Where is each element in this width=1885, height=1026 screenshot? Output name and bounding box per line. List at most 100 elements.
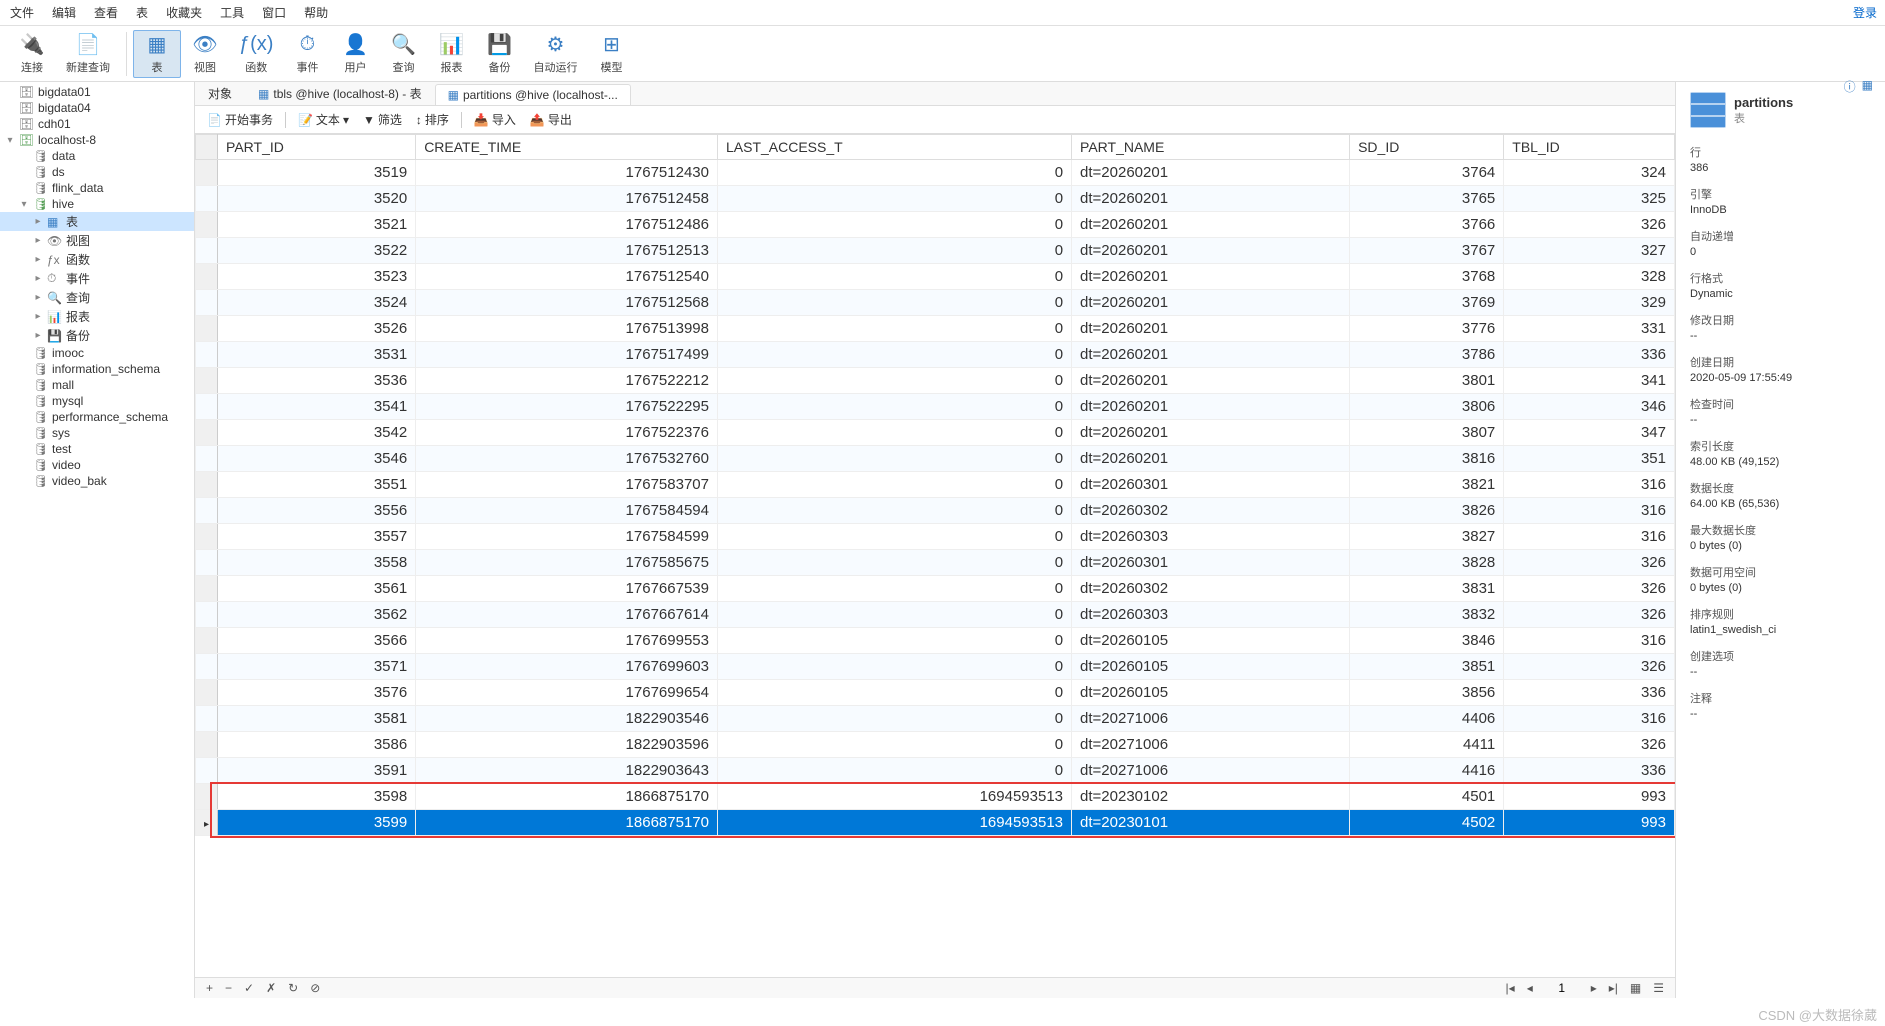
delete-row-button[interactable]: − bbox=[222, 981, 235, 995]
cell[interactable]: 3522 bbox=[218, 238, 416, 264]
cell[interactable]: dt=20260105 bbox=[1072, 680, 1350, 706]
row-header[interactable] bbox=[196, 212, 218, 238]
cell[interactable]: 1767513998 bbox=[416, 316, 718, 342]
cell[interactable]: 3831 bbox=[1350, 576, 1504, 602]
editor-tab[interactable]: ▦partitions @hive (localhost-... bbox=[435, 84, 631, 105]
cell[interactable]: 3826 bbox=[1350, 498, 1504, 524]
cell[interactable]: 3521 bbox=[218, 212, 416, 238]
table-row[interactable]: 356617676995530dt=202601053846316 bbox=[196, 628, 1675, 654]
table-row[interactable]: 352617675139980dt=202602013776331 bbox=[196, 316, 1675, 342]
row-header[interactable] bbox=[196, 264, 218, 290]
tree-item[interactable]: ▸👁视图 bbox=[0, 231, 194, 250]
cell[interactable]: 0 bbox=[717, 212, 1071, 238]
table-row[interactable]: 353117675174990dt=202602013786336 bbox=[196, 342, 1675, 368]
cell[interactable]: 1767512430 bbox=[416, 160, 718, 186]
tree-item[interactable]: ▸💾备份 bbox=[0, 326, 194, 345]
table-row[interactable]: 355617675845940dt=202603023826316 bbox=[196, 498, 1675, 524]
cell[interactable]: 3571 bbox=[218, 654, 416, 680]
cell[interactable]: 3764 bbox=[1350, 160, 1504, 186]
table-row[interactable]: 352117675124860dt=202602013766326 bbox=[196, 212, 1675, 238]
cell[interactable]: 1767699553 bbox=[416, 628, 718, 654]
begin-transaction-button[interactable]: 📄 开始事务 bbox=[201, 109, 279, 130]
cell[interactable]: dt=20260201 bbox=[1072, 238, 1350, 264]
tree-item[interactable]: 🛢mysql bbox=[0, 393, 194, 409]
cell[interactable]: dt=20260201 bbox=[1072, 264, 1350, 290]
toolbar-button[interactable]: 📊报表 bbox=[427, 31, 475, 77]
editor-tab[interactable]: ▦tbls @hive (localhost-8) - 表 bbox=[245, 81, 435, 105]
cell[interactable]: 1767667539 bbox=[416, 576, 718, 602]
tree-item[interactable]: 🛢imooc bbox=[0, 345, 194, 361]
cell[interactable]: 4416 bbox=[1350, 758, 1504, 784]
cell[interactable]: 1767532760 bbox=[416, 446, 718, 472]
toolbar-button[interactable]: 👤用户 bbox=[331, 31, 379, 77]
cell[interactable]: 0 bbox=[717, 472, 1071, 498]
menu-item[interactable]: 窗口 bbox=[262, 4, 286, 21]
row-header[interactable] bbox=[196, 420, 218, 446]
sort-button[interactable]: ↕ 排序 bbox=[410, 109, 455, 130]
cell[interactable]: 326 bbox=[1504, 602, 1675, 628]
tree-item[interactable]: 🛢video bbox=[0, 457, 194, 473]
cell[interactable]: 1767584599 bbox=[416, 524, 718, 550]
cell[interactable]: 3801 bbox=[1350, 368, 1504, 394]
cell[interactable]: 3566 bbox=[218, 628, 416, 654]
grid-view-button[interactable]: ▦ bbox=[1627, 981, 1644, 995]
cell[interactable]: 326 bbox=[1504, 212, 1675, 238]
cell[interactable]: dt=20260201 bbox=[1072, 342, 1350, 368]
cell[interactable]: 1767512540 bbox=[416, 264, 718, 290]
cell[interactable]: 0 bbox=[717, 706, 1071, 732]
tree-item[interactable]: 🛢flink_data bbox=[0, 180, 194, 196]
tree-item[interactable]: 🛢mall bbox=[0, 377, 194, 393]
cell[interactable]: 1767512486 bbox=[416, 212, 718, 238]
cell[interactable]: 3766 bbox=[1350, 212, 1504, 238]
cell[interactable]: 3765 bbox=[1350, 186, 1504, 212]
stop-button[interactable]: ⊘ bbox=[307, 981, 323, 995]
cell[interactable]: 3806 bbox=[1350, 394, 1504, 420]
cell[interactable]: 1694593513 bbox=[717, 784, 1071, 810]
table-row[interactable]: ▸359918668751701694593513dt=202301014502… bbox=[196, 810, 1675, 836]
cell[interactable]: 0 bbox=[717, 290, 1071, 316]
cell[interactable]: 1767522212 bbox=[416, 368, 718, 394]
login-link[interactable]: 登录 bbox=[1853, 4, 1877, 21]
row-header[interactable] bbox=[196, 758, 218, 784]
cell[interactable]: dt=20230101 bbox=[1072, 810, 1350, 836]
cell[interactable]: dt=20271006 bbox=[1072, 758, 1350, 784]
cell[interactable]: dt=20230102 bbox=[1072, 784, 1350, 810]
cell[interactable]: 327 bbox=[1504, 238, 1675, 264]
cell[interactable]: 0 bbox=[717, 498, 1071, 524]
table-row[interactable]: 356217676676140dt=202603033832326 bbox=[196, 602, 1675, 628]
cell[interactable]: 3524 bbox=[218, 290, 416, 316]
tree-item[interactable]: 🛢video_bak bbox=[0, 473, 194, 489]
table-row[interactable]: 352417675125680dt=202602013769329 bbox=[196, 290, 1675, 316]
tree-item[interactable]: 🛢data bbox=[0, 148, 194, 164]
cell[interactable]: 3581 bbox=[218, 706, 416, 732]
cell[interactable]: 4411 bbox=[1350, 732, 1504, 758]
table-row[interactable]: 359818668751701694593513dt=2023010245019… bbox=[196, 784, 1675, 810]
table-row[interactable]: 353617675222120dt=202602013801341 bbox=[196, 368, 1675, 394]
table-row[interactable]: 352217675125130dt=202602013767327 bbox=[196, 238, 1675, 264]
cell[interactable]: 0 bbox=[717, 576, 1071, 602]
cell[interactable]: dt=20260201 bbox=[1072, 420, 1350, 446]
cell[interactable]: 336 bbox=[1504, 680, 1675, 706]
toolbar-button[interactable]: 💾备份 bbox=[475, 31, 523, 77]
cell[interactable]: 3520 bbox=[218, 186, 416, 212]
column-header[interactable]: TBL_ID bbox=[1504, 135, 1675, 160]
cell[interactable]: 316 bbox=[1504, 706, 1675, 732]
table-row[interactable]: 354217675223760dt=202602013807347 bbox=[196, 420, 1675, 446]
cell[interactable]: 0 bbox=[717, 394, 1071, 420]
last-page-button[interactable]: ▸| bbox=[1606, 981, 1621, 995]
toolbar-button[interactable]: 🔍查询 bbox=[379, 31, 427, 77]
cell[interactable]: 3591 bbox=[218, 758, 416, 784]
cell[interactable]: 3562 bbox=[218, 602, 416, 628]
cell[interactable]: 3531 bbox=[218, 342, 416, 368]
refresh-button[interactable]: ↻ bbox=[285, 981, 301, 995]
cell[interactable]: dt=20260302 bbox=[1072, 498, 1350, 524]
tree-item[interactable]: 🛢sys bbox=[0, 425, 194, 441]
cell[interactable]: 0 bbox=[717, 524, 1071, 550]
cell[interactable]: 3541 bbox=[218, 394, 416, 420]
cell[interactable]: 1767699654 bbox=[416, 680, 718, 706]
cell[interactable]: 336 bbox=[1504, 758, 1675, 784]
cell[interactable]: 341 bbox=[1504, 368, 1675, 394]
table-row[interactable]: 359118229036430dt=202710064416336 bbox=[196, 758, 1675, 784]
cell[interactable]: 351 bbox=[1504, 446, 1675, 472]
cell[interactable]: 1767699603 bbox=[416, 654, 718, 680]
